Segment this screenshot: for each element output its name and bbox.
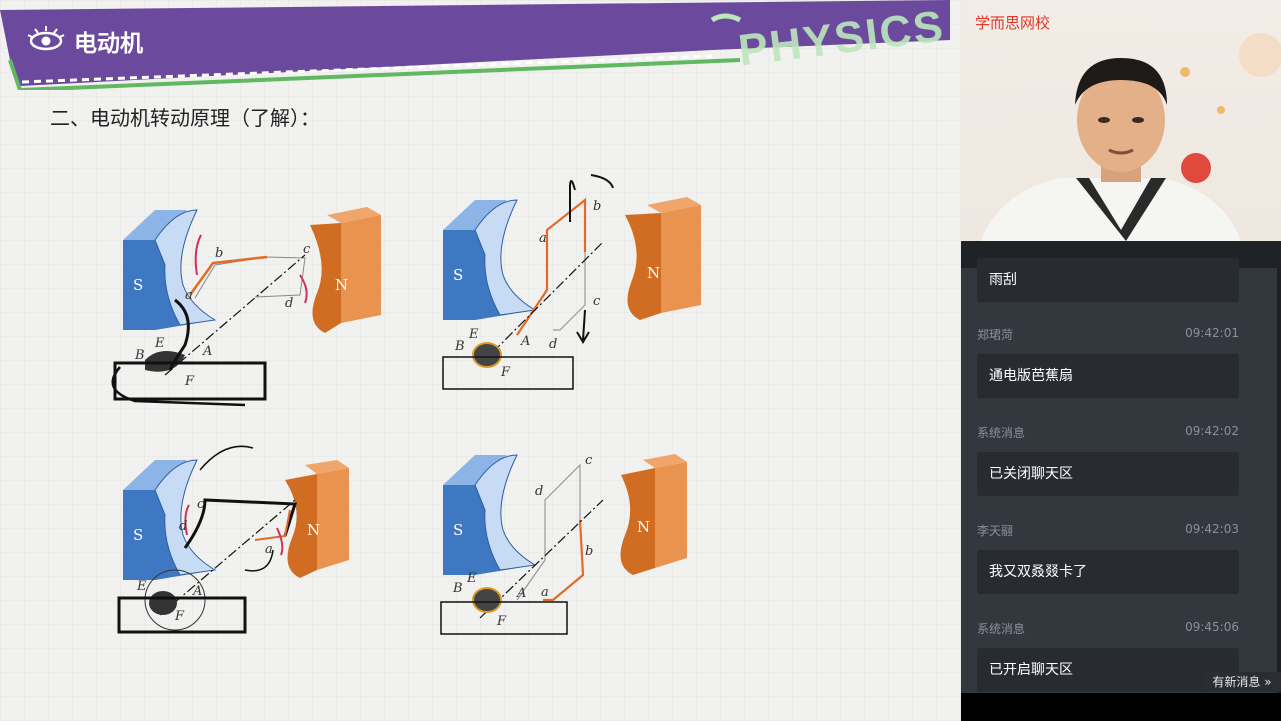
label-F: F <box>500 365 511 380</box>
label-E: E <box>136 579 147 594</box>
label-d: d <box>285 296 293 311</box>
chat-timestamp: 09:45:06 <box>1185 620 1239 634</box>
chat-message-list[interactable]: 雨刮 郑珺菏 09:42:01 通电版芭蕉扇 系统消息 09:42:02 已关闭… <box>961 258 1277 696</box>
label-a: a <box>541 585 549 600</box>
label-A: A <box>192 584 202 599</box>
label-a: a <box>265 542 273 557</box>
chat-sender-name: 系统消息 <box>977 426 1026 440</box>
label-B: B <box>452 581 463 596</box>
chat-sender-name: 李天翮 <box>977 524 1014 538</box>
label-F: F <box>496 614 507 629</box>
pole-s-label: S <box>133 276 143 294</box>
pole-s-label: S <box>453 266 463 284</box>
eye-icon <box>27 26 65 51</box>
label-F: F <box>184 374 195 389</box>
label-c: c <box>303 242 311 257</box>
label-a: a <box>539 231 547 246</box>
chat-message-bubble: 雨刮 <box>977 258 1239 302</box>
label-d: d <box>549 337 557 352</box>
label-c: c <box>585 453 593 468</box>
pole-n-label: N <box>307 521 320 539</box>
chat-sender-name: 郑珺菏 <box>977 328 1014 342</box>
label-F: F <box>174 609 185 624</box>
label-E: E <box>154 336 165 351</box>
teacher-video[interactable]: 学而思网校 <box>961 0 1281 241</box>
label-c: c <box>593 294 601 309</box>
label-b: b <box>215 246 223 261</box>
label-b: b <box>585 544 593 559</box>
label-A: A <box>516 586 526 601</box>
motor-diagram-1: S N b c a d B E A F <box>111 207 381 407</box>
label-B: B <box>454 339 465 354</box>
chat-message-bubble: 已开启聊天区 <box>977 648 1239 692</box>
chat-message-bubble: 已关闭聊天区 <box>977 452 1239 496</box>
label-d: d <box>535 484 543 499</box>
label-A: A <box>520 334 530 349</box>
chat-scrollbar[interactable] <box>1277 268 1281 696</box>
label-E: E <box>468 327 479 342</box>
section-heading: 二、电动机转动原理（了解）： <box>50 106 320 130</box>
chat-panel: 雨刮 郑珺菏 09:42:01 通电版芭蕉扇 系统消息 09:42:02 已关闭… <box>961 241 1281 721</box>
slide-canvas: 电动机 PHYSICS 二、电动机转动原理（了解）： S N b c a d B… <box>0 0 961 721</box>
label-d: d <box>179 519 187 534</box>
new-messages-button[interactable]: 有新消息 » <box>1203 672 1281 692</box>
pole-n-label: N <box>335 276 348 294</box>
chat-bottom-bar <box>961 693 1281 721</box>
pole-n-label: N <box>647 264 660 282</box>
chat-timestamp: 09:42:01 <box>1185 326 1239 340</box>
chat-sender-name: 系统消息 <box>977 622 1026 636</box>
motor-diagram-3: S N c d a E A F <box>117 445 349 634</box>
pole-n-label: N <box>637 518 650 536</box>
label-E: E <box>466 571 477 586</box>
slide-title: 电动机 <box>74 31 143 57</box>
pole-s-label: S <box>133 526 143 544</box>
chat-message-bubble: 我又双叒叕卡了 <box>977 550 1239 594</box>
label-B: B <box>134 348 145 363</box>
motor-diagram-4: S N d c b a B E A F <box>440 453 687 635</box>
chat-timestamp: 09:42:03 <box>1185 522 1239 536</box>
pole-s-label: S <box>453 521 463 539</box>
label-a: a <box>185 288 193 303</box>
label-A: A <box>202 344 212 359</box>
label-c: c <box>197 497 205 512</box>
chat-timestamp: 09:42:02 <box>1185 424 1239 438</box>
teacher-avatar <box>981 33 1281 241</box>
motor-diagram-2: S N a b c d B E A F <box>442 174 701 390</box>
chat-message-bubble: 通电版芭蕉扇 <box>977 354 1239 398</box>
label-b: b <box>593 199 601 214</box>
